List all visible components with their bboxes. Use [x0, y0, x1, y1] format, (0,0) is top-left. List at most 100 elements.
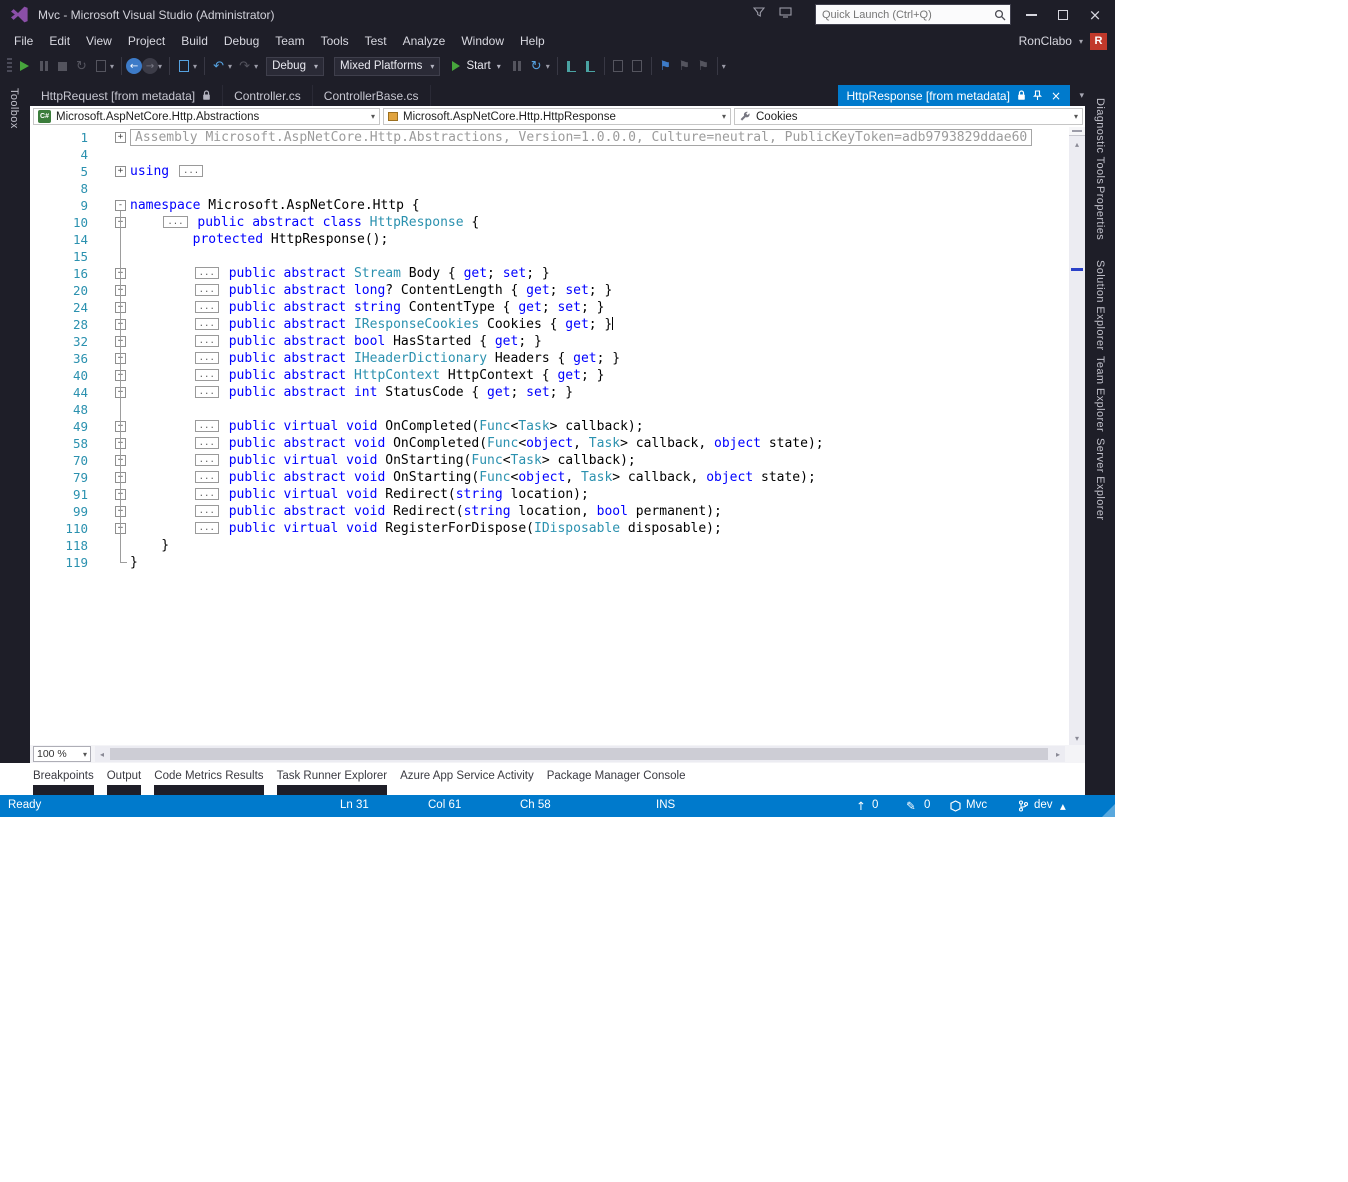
collapsed-region[interactable]: ...	[194, 488, 219, 500]
code-line[interactable]: 119}	[30, 554, 1069, 571]
navigate-back-button[interactable]: ←	[126, 58, 143, 74]
attach-process-button[interactable]	[91, 57, 110, 76]
quick-launch-input[interactable]	[816, 8, 994, 21]
solution-platforms-dropdown[interactable]: Mixed Platforms ▾	[333, 56, 441, 76]
repository-icon[interactable]	[950, 800, 961, 812]
collapsed-region[interactable]: ...	[194, 454, 219, 466]
outgoing-commits-icon[interactable]: ↑	[856, 799, 866, 813]
comment-out-button[interactable]	[609, 57, 628, 76]
project-dropdown[interactable]: C# Microsoft.AspNetCore.Http.Abstraction…	[33, 108, 380, 125]
restart-button[interactable]: ↻	[72, 57, 91, 76]
horizontal-scrollbar[interactable]: ◂ ▸	[95, 746, 1065, 762]
fold-expand-icon[interactable]: +	[115, 166, 126, 177]
scroll-left-icon[interactable]: ◂	[95, 746, 109, 762]
caret-down-icon[interactable]: ▾	[158, 62, 162, 71]
fold-collapse-icon[interactable]: -	[115, 200, 126, 211]
panel-tab-output[interactable]: Output	[106, 763, 142, 795]
uncomment-button[interactable]	[628, 57, 647, 76]
pause-debug-button[interactable]	[508, 57, 527, 76]
close-button[interactable]: ×	[1079, 0, 1111, 30]
refresh-browser-link-button[interactable]: ↻	[527, 57, 546, 76]
side-tab-diagnostic-tools[interactable]: Diagnostic Tools	[1094, 98, 1106, 184]
repository-name[interactable]: Mvc	[966, 799, 987, 811]
code-line[interactable]: 32 + ... public abstract bool HasStarted …	[30, 333, 1069, 350]
previous-bookmark-button[interactable]: ⚑	[675, 57, 694, 76]
code-line[interactable]: 5 + using ...	[30, 163, 1069, 180]
branch-name[interactable]: dev	[1034, 799, 1053, 811]
tab-controllerbase-cs[interactable]: ControllerBase.cs	[313, 85, 431, 106]
toggle-bookmark-button[interactable]: ⚑	[656, 57, 675, 76]
code-line[interactable]: 10 + ... public abstract class HttpRespon…	[30, 214, 1069, 231]
menu-view[interactable]: View	[78, 31, 120, 51]
code-line[interactable]: 99 + ... public abstract void Redirect(st…	[30, 503, 1069, 520]
side-tab-toolbox[interactable]: Toolbox	[8, 88, 20, 129]
save-all-button[interactable]	[581, 57, 600, 76]
panel-tab-task-runner-explorer[interactable]: Task Runner Explorer	[276, 763, 388, 795]
quick-launch-box[interactable]	[815, 4, 1011, 25]
pause-button[interactable]	[34, 57, 53, 76]
code-line[interactable]: 24 + ... public abstract string ContentTy…	[30, 299, 1069, 316]
panel-tab-code-metrics-results[interactable]: Code Metrics Results	[154, 763, 264, 795]
code-line[interactable]: 14 protected HttpResponse();	[30, 231, 1069, 248]
menu-help[interactable]: Help	[512, 31, 553, 51]
collapsed-assembly-region[interactable]: Assembly Microsoft.AspNetCore.Http.Abstr…	[130, 129, 1033, 146]
code-line[interactable]: 9 - namespace Microsoft.AspNetCore.Http {	[30, 197, 1069, 214]
unsaved-edits-count[interactable]: 0	[924, 799, 930, 811]
code-line[interactable]: 28 + ... public abstract IResponseCookies…	[30, 316, 1069, 333]
toolbar-grip[interactable]	[7, 58, 12, 74]
editor-splitter-handle[interactable]	[1069, 127, 1085, 136]
collapsed-region[interactable]: ...	[163, 216, 188, 228]
menu-team[interactable]: Team	[267, 31, 312, 51]
code-line[interactable]: 15	[30, 248, 1069, 265]
code-line[interactable]: 49 + ... public virtual void OnCompleted(…	[30, 418, 1069, 435]
caret-down-icon[interactable]: ▾	[110, 62, 114, 71]
fold-expand-icon[interactable]: +	[115, 132, 126, 143]
branch-icon[interactable]	[1018, 800, 1028, 812]
collapsed-region[interactable]: ...	[194, 437, 219, 449]
navigate-forward-button[interactable]: →	[142, 58, 159, 74]
minimize-button[interactable]	[1015, 0, 1047, 30]
collapsed-region[interactable]: ...	[194, 335, 219, 347]
feedback-monitor-icon[interactable]	[779, 7, 792, 18]
collapsed-region[interactable]: ...	[194, 522, 219, 534]
redo-button[interactable]: ↷	[235, 57, 254, 76]
panel-tab-azure-app-service-activity[interactable]: Azure App Service Activity	[400, 763, 534, 795]
menu-build[interactable]: Build	[173, 31, 216, 51]
side-tab-team-explorer[interactable]: Team Explorer	[1094, 356, 1106, 432]
code-line[interactable]: 4	[30, 146, 1069, 163]
collapsed-region[interactable]: ...	[194, 318, 219, 330]
code-editor[interactable]: 1 + Assembly Microsoft.AspNetCore.Http.Abs…	[30, 127, 1069, 745]
search-icon[interactable]	[994, 9, 1006, 21]
code-line[interactable]: 40 + ... public abstract HttpContext Http…	[30, 367, 1069, 384]
stop-button[interactable]	[53, 57, 72, 76]
horizontal-scroll-thumb[interactable]	[110, 748, 1048, 760]
caret-down-icon[interactable]: ▾	[193, 62, 197, 71]
toolbar-options-caret-icon[interactable]: ▾	[722, 62, 726, 71]
tab-httpresponse-active[interactable]: HttpResponse [from metadata] ×	[837, 85, 1070, 106]
start-without-debugging-button[interactable]	[15, 57, 34, 76]
save-current-item-button[interactable]	[562, 57, 581, 76]
menu-file[interactable]: File	[6, 31, 41, 51]
side-tab-properties[interactable]: Properties	[1094, 186, 1106, 240]
close-tab-icon[interactable]: ×	[1051, 89, 1061, 103]
start-debugging-button[interactable]: Start ▾	[445, 60, 507, 72]
outgoing-commits-count[interactable]: 0	[872, 799, 878, 811]
menu-edit[interactable]: Edit	[41, 31, 78, 51]
menu-project[interactable]: Project	[120, 31, 173, 51]
next-bookmark-button[interactable]: ⚑	[694, 57, 713, 76]
collapsed-region[interactable]: ...	[194, 369, 219, 381]
code-line[interactable]: 16 + ... public abstract Stream Body { ge…	[30, 265, 1069, 282]
caret-down-icon[interactable]: ▾	[546, 62, 550, 71]
menu-debug[interactable]: Debug	[216, 31, 267, 51]
code-line[interactable]: 8	[30, 180, 1069, 197]
code-line[interactable]: 36 + ... public abstract IHeaderDictionar…	[30, 350, 1069, 367]
code-line[interactable]: 110 + ... public virtual void RegisterFor…	[30, 520, 1069, 537]
scroll-up-icon[interactable]: ▴	[1069, 137, 1085, 151]
caret-down-icon[interactable]: ▾	[254, 62, 258, 71]
collapsed-region[interactable]: ...	[194, 284, 219, 296]
collapsed-region[interactable]: ...	[194, 505, 219, 517]
scroll-right-icon[interactable]: ▸	[1051, 746, 1065, 762]
tab-list-caret-icon[interactable]: ▾	[1079, 91, 1084, 101]
side-tab-solution-explorer[interactable]: Solution Explorer	[1094, 260, 1106, 351]
panel-tab-package-manager-console[interactable]: Package Manager Console	[547, 763, 686, 795]
